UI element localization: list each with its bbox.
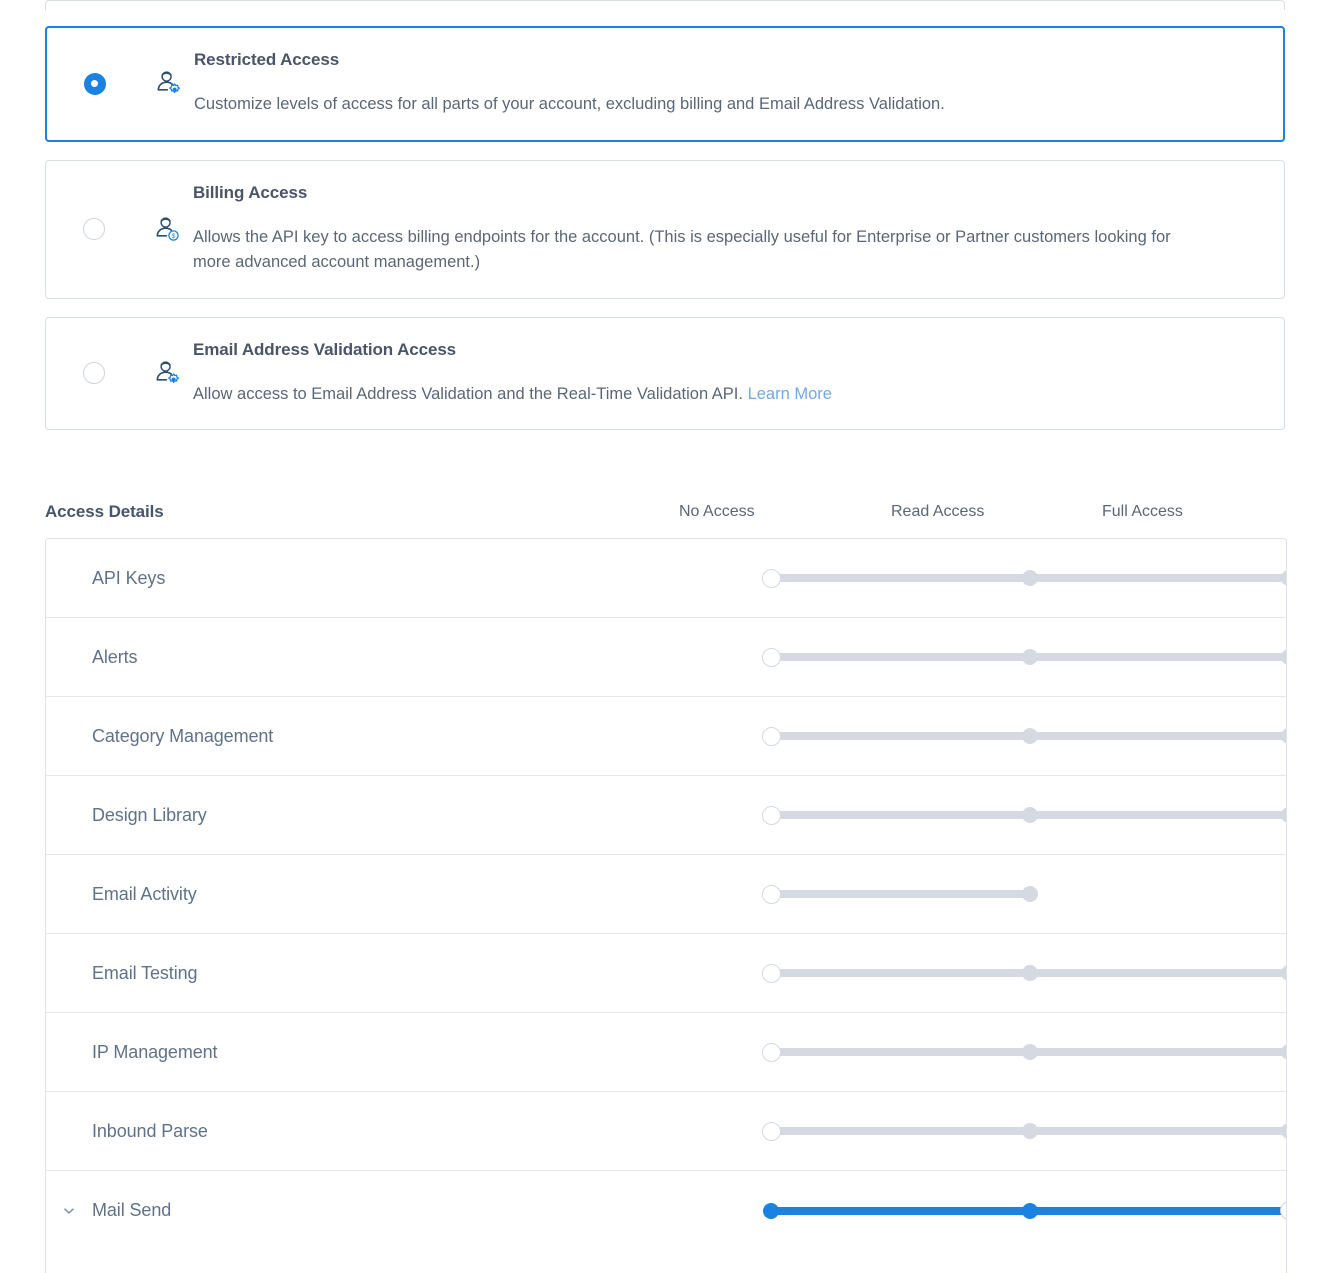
access-detail-label: IP Management	[92, 1042, 217, 1063]
access-card-title-restricted-access: Restricted Access	[194, 50, 1259, 70]
access-card-description-billing-access: Allows the API key to access billing end…	[193, 225, 1203, 276]
description-text: Allow access to Email Address Validation…	[193, 385, 748, 403]
access-detail-label: Email Testing	[92, 963, 197, 984]
slider-stop[interactable]	[1022, 1123, 1038, 1139]
access-card-billing-access[interactable]: $ Billing Access Allows the API key to acc…	[45, 160, 1285, 299]
radio-button-email-validation-access[interactable]	[83, 362, 105, 384]
access-card-title-billing-access: Billing Access	[193, 183, 1260, 203]
access-level-slider[interactable]	[771, 1042, 1287, 1062]
access-card-body-billing-access: Billing Access Allows the API key to acce…	[193, 161, 1284, 298]
person-dollar-icon: $	[141, 161, 193, 298]
slider-stop[interactable]	[1281, 1123, 1287, 1139]
access-detail-row: Alerts	[46, 618, 1286, 697]
slider-thumb[interactable]	[762, 1122, 781, 1141]
slider-stop[interactable]	[1022, 1044, 1038, 1060]
slider-stop[interactable]	[1281, 965, 1287, 981]
access-detail-row: Inbound Parse	[46, 1092, 1286, 1171]
access-level-slider[interactable]	[771, 1201, 1287, 1221]
access-details-header: Access Details No Access Read Access Ful…	[45, 498, 1287, 538]
description-text: Allows the API key to access billing end…	[193, 228, 1171, 272]
access-level-slider[interactable]	[771, 1121, 1287, 1141]
slider-track[interactable]	[771, 890, 1030, 898]
access-detail-label: API Keys	[92, 568, 165, 589]
access-detail-label: Email Activity	[92, 884, 197, 905]
slider-stop[interactable]	[1281, 1044, 1287, 1060]
slider-stop[interactable]	[1281, 728, 1287, 744]
access-detail-row: API Keys	[46, 539, 1286, 618]
slider-thumb[interactable]	[762, 885, 781, 904]
slider-thumb[interactable]	[762, 964, 781, 983]
access-details-title: Access Details	[45, 502, 164, 522]
slider-thumb[interactable]	[762, 1043, 781, 1062]
slider-stop[interactable]	[763, 1203, 779, 1219]
access-type-card-list: Restricted Access Customize levels of acc…	[45, 0, 1285, 448]
access-detail-row: Email Activity	[46, 855, 1286, 934]
access-detail-row: IP Management	[46, 1013, 1286, 1092]
access-card-email-validation-access[interactable]: Email Address Validation Access Allow acc…	[45, 317, 1285, 431]
access-level-slider[interactable]	[771, 963, 1287, 983]
access-detail-label: Alerts	[92, 647, 137, 668]
radio-cell-email-validation-access[interactable]	[46, 318, 141, 430]
slider-stop[interactable]	[1281, 570, 1287, 586]
slider-stop[interactable]	[1022, 886, 1038, 902]
person-gear-icon	[142, 28, 194, 140]
access-level-slider[interactable]	[771, 805, 1287, 825]
access-card-description-email-validation-access: Allow access to Email Address Validation…	[193, 382, 1203, 408]
access-detail-label: Mail Send	[92, 1200, 171, 1221]
access-detail-label: Inbound Parse	[92, 1121, 208, 1142]
column-header-no-access: No Access	[679, 503, 755, 521]
radio-button-restricted-access[interactable]	[84, 73, 106, 95]
column-header-full-access: Full Access	[1102, 503, 1183, 521]
slider-stop[interactable]	[1022, 728, 1038, 744]
slider-thumb[interactable]	[762, 806, 781, 825]
access-card-title-email-validation-access: Email Address Validation Access	[193, 340, 1260, 360]
slider-stop[interactable]	[1281, 807, 1287, 823]
slider-stop[interactable]	[1022, 965, 1038, 981]
slider-thumb[interactable]	[762, 569, 781, 588]
radio-cell-restricted-access[interactable]	[47, 28, 142, 140]
access-level-slider[interactable]	[771, 884, 1050, 904]
access-detail-row: Category Management	[46, 697, 1286, 776]
slider-thumb[interactable]	[762, 648, 781, 667]
slider-stop[interactable]	[1022, 570, 1038, 586]
access-detail-row: Mail Send	[46, 1171, 1286, 1250]
svg-text:$: $	[171, 233, 175, 240]
access-level-slider[interactable]	[771, 568, 1287, 588]
expand-toggle-mail-send[interactable]	[46, 1204, 92, 1218]
learn-more-link[interactable]: Learn More	[748, 385, 832, 403]
slider-thumb[interactable]	[1280, 1201, 1288, 1220]
access-detail-row: Design Library	[46, 776, 1286, 855]
access-detail-label: Category Management	[92, 726, 273, 747]
access-detail-row: Email Testing	[46, 934, 1286, 1013]
slider-stop[interactable]	[1022, 807, 1038, 823]
access-detail-label: Design Library	[92, 805, 207, 826]
access-level-slider[interactable]	[771, 726, 1287, 746]
api-key-permissions-page: Restricted Access Customize levels of acc…	[0, 0, 1332, 1273]
access-details-section: Access Details No Access Read Access Ful…	[45, 498, 1287, 1273]
access-level-slider[interactable]	[771, 647, 1287, 667]
access-card-restricted-access[interactable]: Restricted Access Customize levels of acc…	[45, 26, 1285, 142]
access-details-table: API Keys Alerts Category Management Design …	[45, 538, 1287, 1250]
person-gear-icon	[141, 318, 193, 430]
access-card-body-email-validation-access: Email Address Validation Access Allow acc…	[193, 318, 1284, 430]
description-text: Customize levels of access for all parts…	[194, 95, 945, 113]
column-header-read-access: Read Access	[891, 503, 984, 521]
slider-stop[interactable]	[1022, 1203, 1038, 1219]
next-row-partial	[45, 1250, 1287, 1273]
slider-thumb[interactable]	[762, 727, 781, 746]
slider-stop[interactable]	[1022, 649, 1038, 665]
access-card-body-restricted-access: Restricted Access Customize levels of acc…	[194, 28, 1283, 140]
access-card-description-restricted-access: Customize levels of access for all parts…	[194, 92, 1204, 118]
radio-button-billing-access[interactable]	[83, 218, 105, 240]
slider-stop[interactable]	[1281, 649, 1287, 665]
previous-card-partial	[45, 0, 1285, 10]
radio-cell-billing-access[interactable]	[46, 161, 141, 298]
